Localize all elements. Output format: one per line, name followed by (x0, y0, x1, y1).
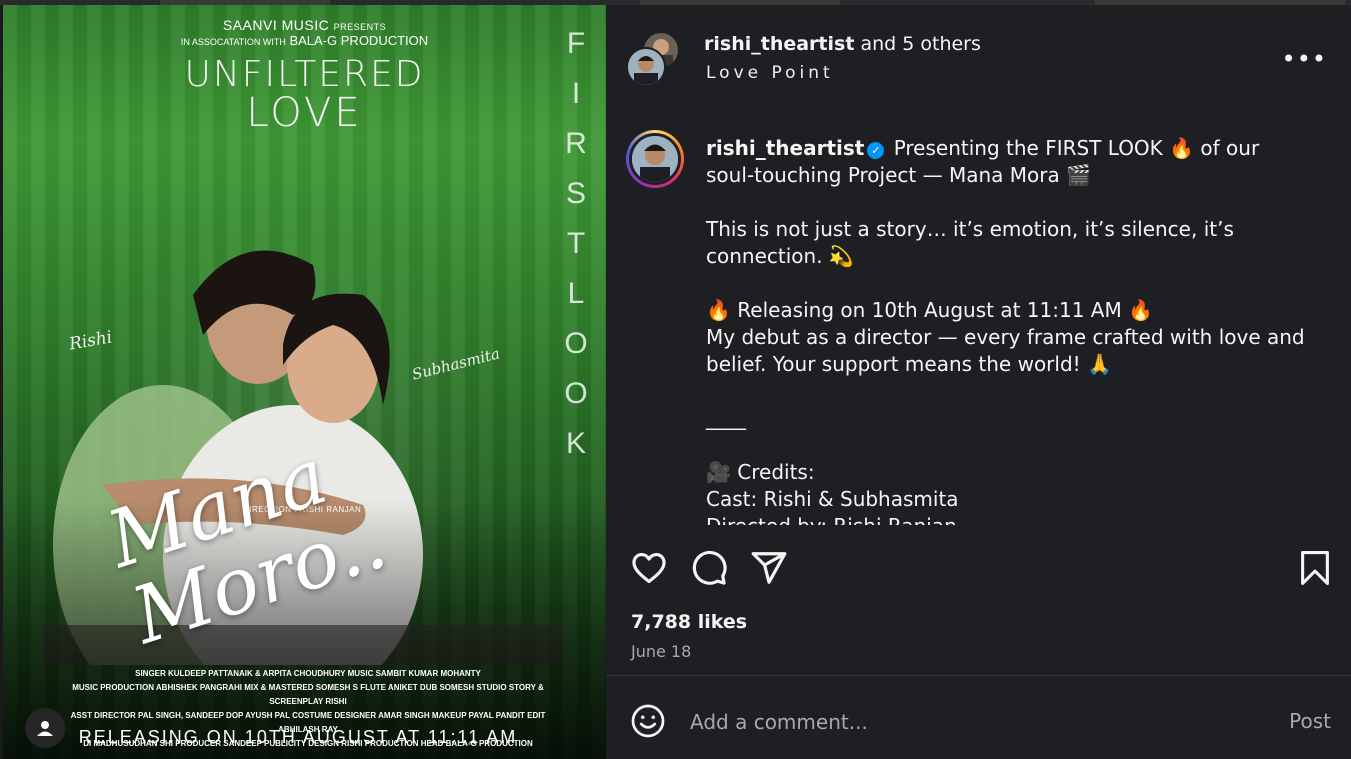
like-button[interactable] (630, 549, 668, 591)
likes-count[interactable]: 7,788 likes (631, 611, 747, 633)
post-details-panel: rishi_theartist and 5 others Love Point … (606, 5, 1351, 759)
credits-cast: Cast: Rishi & Subhasmita (706, 487, 959, 511)
post-authors[interactable]: rishi_theartist and 5 others (704, 33, 981, 55)
post-comment-button[interactable]: Post (1289, 709, 1331, 733)
credits-heading: 🎥 Credits: (706, 460, 815, 484)
comment-bar: Post (606, 685, 1351, 759)
post-date[interactable]: June 18 (631, 642, 691, 661)
caption-text: rishi_theartist ✓ Presenting the FIRST LO… (706, 135, 1306, 525)
smiley-icon (631, 704, 665, 738)
emoji-picker-button[interactable] (630, 703, 666, 743)
caption-username[interactable]: rishi_theartist (706, 136, 864, 160)
caption-avatar[interactable] (626, 130, 684, 188)
divider (606, 675, 1351, 676)
caption-line: 🔥 Releasing on 10th August at 11:11 AM 🔥 (706, 298, 1153, 322)
tagged-users-button[interactable] (25, 708, 65, 748)
avatar (626, 47, 666, 87)
caption-divider: ____ (706, 406, 746, 430)
comment-icon (692, 550, 727, 585)
credits-director: Directed by: Rishi Ranjan (706, 513, 1306, 525)
caption-line: My debut as a director — every frame cra… (706, 325, 1305, 376)
poster-association: IN ASSOCATATION WITH BALA-G PRODUCTION (180, 33, 429, 48)
post-image: SAANVI MUSIC PRESENTS IN ASSOCATATION WI… (3, 5, 606, 759)
poster-subtitle-line2: LOVE (246, 90, 363, 136)
poster-release-date: RELEASING ON 10TH AUGUST AT 11:11 AM (78, 727, 518, 747)
more-options-button[interactable]: ••• (1282, 45, 1327, 73)
send-icon (751, 552, 787, 584)
heart-icon (632, 552, 666, 584)
post-header: rishi_theartist and 5 others Love Point … (606, 5, 1351, 105)
share-button[interactable] (750, 549, 788, 591)
verified-badge-icon: ✓ (867, 142, 885, 159)
caption-scroll-area[interactable]: rishi_theartist ✓ Presenting the FIRST LO… (606, 105, 1351, 525)
post-actions: 7,788 likes June 18 (606, 535, 1351, 665)
bookmark-icon (1301, 551, 1329, 585)
user-icon (37, 721, 53, 736)
caption-line: This is not just a story… it’s emotion, … (706, 217, 1234, 268)
collab-avatars[interactable] (626, 33, 682, 89)
post-location[interactable]: Love Point (706, 63, 834, 83)
comment-input[interactable] (690, 707, 1250, 737)
poster-presenter: SAANVI MUSIC PRESENTS (222, 17, 387, 33)
poster-subtitle-line1: UNFILTERED (184, 54, 425, 95)
save-button[interactable] (1298, 549, 1332, 591)
comment-button[interactable] (690, 549, 728, 591)
